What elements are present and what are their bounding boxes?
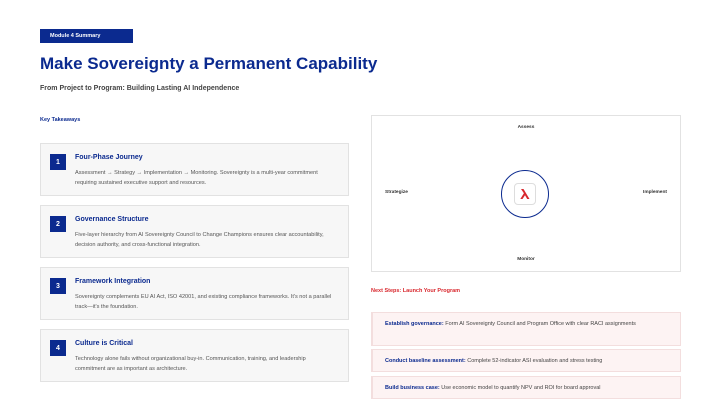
takeaway-title: Culture is Critical bbox=[75, 340, 133, 347]
takeaway-card: 3 Framework Integration Sovereignty comp… bbox=[40, 267, 349, 320]
takeaway-title: Governance Structure bbox=[75, 216, 149, 223]
takeaway-number: 2 bbox=[50, 216, 66, 232]
takeaway-card: 2 Governance Structure Five-layer hierar… bbox=[40, 205, 349, 258]
takeaway-number: 3 bbox=[50, 278, 66, 294]
next-step-item: Build business case: Use economic model … bbox=[371, 376, 681, 399]
next-step-text: Form AI Sovereignty Council and Program … bbox=[443, 321, 636, 327]
next-step-text: Use economic model to quantify NPV and R… bbox=[439, 384, 601, 391]
module-badge: Module 4 Summary bbox=[40, 29, 133, 43]
takeaway-title: Four-Phase Journey bbox=[75, 154, 143, 161]
takeaway-description: Five-layer hierarchy from AI Sovereignty… bbox=[75, 232, 324, 248]
cycle-diagram: Assess Implement Monitor Strategize bbox=[371, 115, 681, 272]
next-step-heading: Establish governance: bbox=[385, 321, 444, 327]
module-badge-label: Module 4 Summary bbox=[50, 33, 101, 39]
cycle-label-bottom: Monitor bbox=[517, 257, 535, 262]
key-takeaways-label: Key Takeaways bbox=[40, 117, 81, 123]
next-step-item: Establish governance: Form AI Sovereignt… bbox=[371, 312, 681, 346]
takeaway-title: Framework Integration bbox=[75, 278, 151, 285]
next-step-heading: Conduct baseline assessment: bbox=[385, 357, 466, 364]
next-steps-label: Next Steps: Launch Your Program bbox=[371, 288, 461, 294]
takeaway-number: 1 bbox=[50, 154, 66, 170]
takeaway-card: 1 Four-Phase Journey Assessment → Strate… bbox=[40, 143, 349, 196]
page-subtitle: From Project to Program: Building Lastin… bbox=[40, 85, 240, 92]
page-title: Make Sovereignty a Permanent Capability bbox=[40, 54, 378, 73]
cycle-ring bbox=[501, 170, 549, 218]
takeaway-description: Sovereignty complements EU AI Act, ISO 4… bbox=[75, 294, 332, 310]
takeaway-description: Assessment → Strategy → Implementation →… bbox=[75, 170, 318, 186]
lambda-logo-icon bbox=[514, 183, 536, 205]
next-step-item: Conduct baseline assessment: Complete 52… bbox=[371, 349, 681, 372]
cycle-label-top: Assess bbox=[517, 125, 535, 130]
cycle-label-right: Implement bbox=[643, 190, 667, 195]
cycle-label-left: Strategize bbox=[385, 190, 408, 195]
next-step-text: Complete 52-indicator ASI evaluation and… bbox=[465, 357, 603, 364]
takeaway-description: Technology alone fails without organizat… bbox=[75, 356, 306, 372]
takeaway-card: 4 Culture is Critical Technology alone f… bbox=[40, 329, 349, 382]
takeaway-number: 4 bbox=[50, 340, 66, 356]
next-step-heading: Build business case: bbox=[385, 384, 440, 391]
